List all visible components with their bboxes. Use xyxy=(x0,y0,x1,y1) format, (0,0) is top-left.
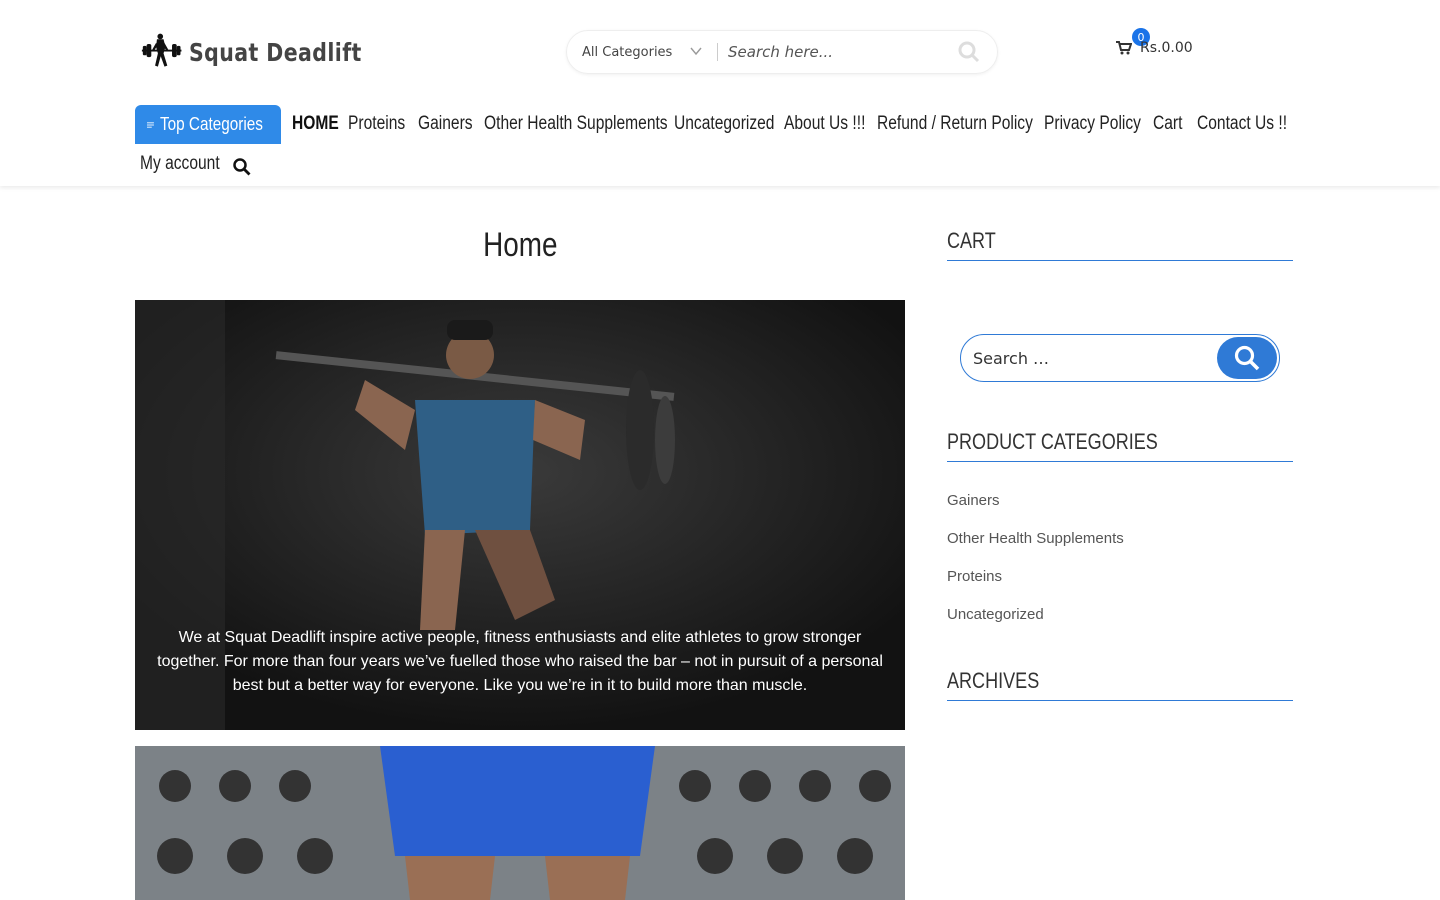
category-link-proteins[interactable]: Proteins xyxy=(947,568,1002,585)
nav-other-health-supplements[interactable]: Other Health Supplements xyxy=(484,113,668,135)
menu-lines-icon xyxy=(147,121,154,128)
header-cart[interactable]: Rs.0.00 xyxy=(1116,40,1193,56)
cart-total: Rs.0.00 xyxy=(1140,40,1193,56)
search-button[interactable] xyxy=(941,31,997,73)
category-link-other-health-supplements[interactable]: Other Health Supplements xyxy=(947,530,1124,547)
hero-description: We at Squat Deadlift inspire active peop… xyxy=(157,629,883,694)
second-image xyxy=(135,746,905,900)
product-categories-title: PRODUCT CATEGORIES xyxy=(947,429,1293,462)
hero-image: We at Squat Deadlift inspire active peop… xyxy=(135,300,905,730)
sidebar-search-button[interactable] xyxy=(1217,337,1277,379)
nav-gainers[interactable]: Gainers xyxy=(418,113,473,135)
page-title: Home xyxy=(482,226,558,264)
sidebar-search: Search … xyxy=(960,334,1280,382)
nav-privacy-policy[interactable]: Privacy Policy xyxy=(1044,113,1141,135)
nav-contact-us[interactable]: Contact Us !! xyxy=(1197,113,1287,135)
nav-proteins[interactable]: Proteins xyxy=(348,113,405,135)
brand-name: Squat Deadlift xyxy=(189,37,363,67)
nav-my-account[interactable]: My account xyxy=(140,153,220,175)
category-link-uncategorized[interactable]: Uncategorized xyxy=(947,606,1044,623)
cart-icon xyxy=(1116,41,1132,55)
product-search-bar: All Categories Search here... xyxy=(566,30,998,74)
top-categories-button[interactable]: Top Categories xyxy=(135,105,281,144)
search-icon xyxy=(1234,345,1260,371)
chevron-down-icon xyxy=(690,47,702,56)
sidebar-search-input[interactable]: Search … xyxy=(961,349,1217,368)
search-input[interactable]: Search here... xyxy=(718,31,941,73)
search-icon xyxy=(958,41,980,63)
site-logo[interactable]: Squat Deadlift xyxy=(140,10,400,94)
gym-dumbbells-photo xyxy=(135,746,905,900)
barbell-logo-icon xyxy=(141,33,182,67)
nav-cart[interactable]: Cart xyxy=(1153,113,1182,135)
cart-widget-title: CART xyxy=(947,228,1293,261)
nav-uncategorized[interactable]: Uncategorized xyxy=(674,113,774,135)
top-categories-label: Top Categories xyxy=(159,114,263,134)
search-icon[interactable] xyxy=(233,158,251,176)
category-select[interactable]: All Categories xyxy=(567,31,717,73)
archives-title: ARCHIVES xyxy=(947,668,1293,701)
nav-home[interactable]: HOME xyxy=(292,113,339,135)
category-select-value: All Categories xyxy=(582,44,673,60)
nav-about-us[interactable]: About Us !!! xyxy=(784,113,865,135)
category-link-gainers[interactable]: Gainers xyxy=(947,492,1000,509)
nav-refund-policy[interactable]: Refund / Return Policy xyxy=(877,113,1033,135)
site-header: Squat Deadlift All Categories Search her… xyxy=(0,0,1440,186)
